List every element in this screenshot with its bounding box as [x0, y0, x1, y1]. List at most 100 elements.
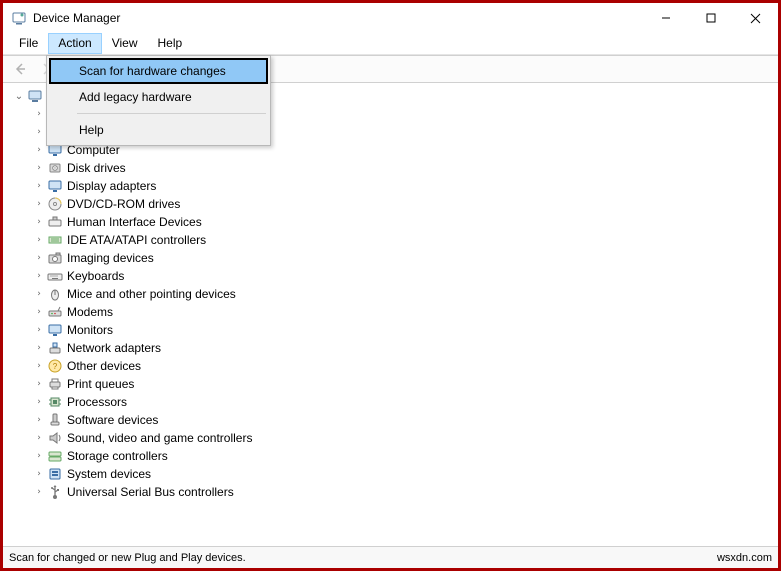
tree-category[interactable]: › Human Interface Devices: [33, 213, 778, 231]
window-buttons: [643, 3, 778, 33]
computer-icon: [27, 88, 43, 104]
category-label: Sound, video and game controllers: [67, 431, 252, 445]
category-label: Modems: [67, 305, 113, 319]
printer-icon: [47, 376, 63, 392]
other-icon: ?: [47, 358, 63, 374]
svg-text:?: ?: [53, 362, 58, 371]
menu-add-legacy[interactable]: Add legacy hardware: [49, 84, 268, 110]
close-button[interactable]: [733, 3, 778, 33]
tree-category[interactable]: › Display adapters: [33, 177, 778, 195]
tree-category[interactable]: › Processors: [33, 393, 778, 411]
tree-category[interactable]: ›? Other devices: [33, 357, 778, 375]
category-label: Network adapters: [67, 341, 161, 355]
expand-icon[interactable]: ›: [33, 433, 45, 443]
network-icon: [47, 340, 63, 356]
tree-category[interactable]: › DVD/CD-ROM drives: [33, 195, 778, 213]
category-label: Processors: [67, 395, 127, 409]
category-label: IDE ATA/ATAPI controllers: [67, 233, 206, 247]
titlebar: Device Manager: [3, 3, 778, 33]
watermark: wsxdn.com: [717, 552, 772, 564]
tree-category[interactable]: › Sound, video and game controllers: [33, 429, 778, 447]
expand-icon[interactable]: ›: [33, 361, 45, 371]
tree-category[interactable]: › Mice and other pointing devices: [33, 285, 778, 303]
expand-icon[interactable]: ›: [33, 415, 45, 425]
monitor-icon: [47, 322, 63, 338]
tree-category[interactable]: › Modems: [33, 303, 778, 321]
cpu-icon: [47, 394, 63, 410]
back-button[interactable]: [9, 58, 31, 80]
minimize-button[interactable]: [643, 3, 688, 33]
tree-category[interactable]: › System devices: [33, 465, 778, 483]
category-label: Other devices: [67, 359, 141, 373]
expand-icon[interactable]: ›: [33, 487, 45, 497]
expand-icon[interactable]: ›: [33, 307, 45, 317]
category-label: Monitors: [67, 323, 113, 337]
modem-icon: [47, 304, 63, 320]
expand-icon[interactable]: ›: [33, 235, 45, 245]
category-label: Imaging devices: [67, 251, 154, 265]
expand-icon[interactable]: ›: [33, 127, 45, 137]
tree-category[interactable]: › Disk drives: [33, 159, 778, 177]
camera-icon: [47, 250, 63, 266]
category-label: Universal Serial Bus controllers: [67, 485, 234, 499]
statusbar: Scan for changed or new Plug and Play de…: [3, 546, 778, 568]
category-label: Human Interface Devices: [67, 215, 202, 229]
mouse-icon: [47, 286, 63, 302]
monitor-icon: [47, 178, 63, 194]
status-text: Scan for changed or new Plug and Play de…: [9, 552, 246, 564]
category-label: Print queues: [67, 377, 134, 391]
category-label: Keyboards: [67, 269, 124, 283]
tree-category[interactable]: › Storage controllers: [33, 447, 778, 465]
category-label: Display adapters: [67, 179, 156, 193]
app-icon: [11, 10, 27, 26]
tree-category[interactable]: › Monitors: [33, 321, 778, 339]
menubar: File Action View Help: [3, 33, 778, 55]
tree-category[interactable]: › Software devices: [33, 411, 778, 429]
expand-icon[interactable]: ›: [33, 451, 45, 461]
expand-icon[interactable]: ›: [33, 469, 45, 479]
maximize-button[interactable]: [688, 3, 733, 33]
menu-view[interactable]: View: [102, 33, 148, 54]
category-label: DVD/CD-ROM drives: [67, 197, 180, 211]
window-title: Device Manager: [33, 11, 643, 25]
tree-category[interactable]: › Network adapters: [33, 339, 778, 357]
collapse-icon[interactable]: ⌄: [13, 91, 25, 102]
expand-icon[interactable]: ›: [33, 271, 45, 281]
keyboard-icon: [47, 268, 63, 284]
tree-category[interactable]: › Imaging devices: [33, 249, 778, 267]
expand-icon[interactable]: ›: [33, 163, 45, 173]
device-tree[interactable]: ⌄ ›Batteries›Bluetooth›Computer›Disk dri…: [3, 83, 778, 546]
category-label: Disk drives: [67, 161, 126, 175]
storage-icon: [47, 448, 63, 464]
tree-category[interactable]: › IDE ATA/ATAPI controllers: [33, 231, 778, 249]
category-label: Software devices: [67, 413, 158, 427]
category-label: Mice and other pointing devices: [67, 287, 236, 301]
expand-icon[interactable]: ›: [33, 181, 45, 191]
expand-icon[interactable]: ›: [33, 325, 45, 335]
expand-icon[interactable]: ›: [33, 397, 45, 407]
expand-icon[interactable]: ›: [33, 109, 45, 119]
category-label: Storage controllers: [67, 449, 168, 463]
category-label: System devices: [67, 467, 151, 481]
expand-icon[interactable]: ›: [33, 289, 45, 299]
ide-icon: [47, 232, 63, 248]
usb-icon: [47, 484, 63, 500]
cd-icon: [47, 196, 63, 212]
expand-icon[interactable]: ›: [33, 379, 45, 389]
expand-icon[interactable]: ›: [33, 253, 45, 263]
menu-separator: [77, 113, 266, 114]
menu-file[interactable]: File: [9, 33, 48, 54]
menu-action[interactable]: Action: [48, 33, 101, 54]
tree-category[interactable]: › Universal Serial Bus controllers: [33, 483, 778, 501]
disk-icon: [47, 160, 63, 176]
tree-category[interactable]: › Print queues: [33, 375, 778, 393]
menu-scan-hardware[interactable]: Scan for hardware changes: [49, 58, 268, 84]
expand-icon[interactable]: ›: [33, 343, 45, 353]
menu-help-item[interactable]: Help: [49, 117, 268, 143]
expand-icon[interactable]: ›: [33, 145, 45, 155]
tree-category[interactable]: › Keyboards: [33, 267, 778, 285]
menu-help[interactable]: Help: [148, 33, 193, 54]
expand-icon[interactable]: ›: [33, 199, 45, 209]
expand-icon[interactable]: ›: [33, 217, 45, 227]
hid-icon: [47, 214, 63, 230]
